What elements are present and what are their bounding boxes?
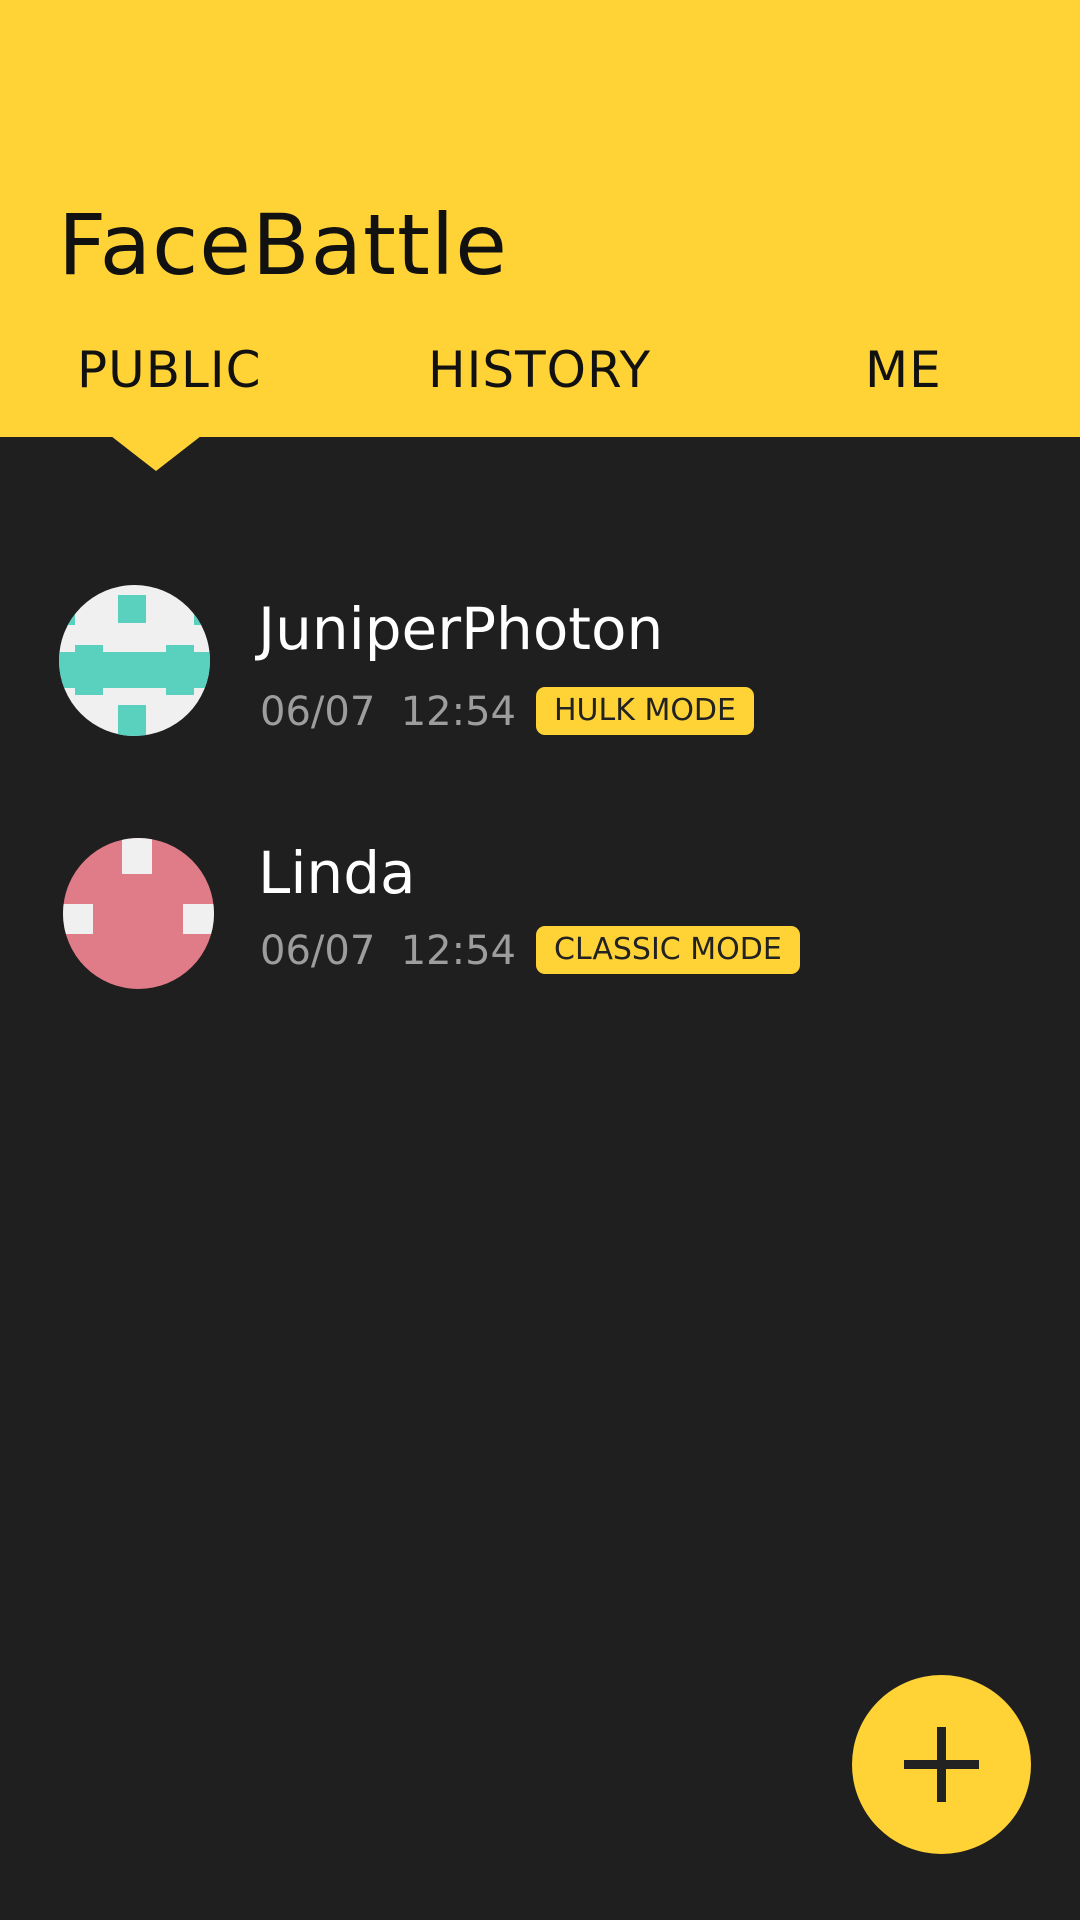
teal-pattern-avatar-icon[interactable] xyxy=(59,585,210,736)
battle-timestamp: 06/07 12:54 xyxy=(260,687,516,737)
tab-me[interactable]: ME xyxy=(865,340,942,400)
battle-user-name: Linda xyxy=(258,839,416,907)
battle-timestamp: 06/07 12:54 xyxy=(260,926,516,976)
battle-time: 12:54 xyxy=(400,689,516,735)
pink-pattern-avatar-icon[interactable] xyxy=(63,838,214,989)
battle-date: 06/07 xyxy=(260,689,376,735)
list-item-battle[interactable]: Linda 06/07 12:54 CLASSIC MODE xyxy=(0,838,1080,1008)
add-battle-button[interactable] xyxy=(852,1675,1031,1854)
app-title: FaceBattle xyxy=(58,196,508,294)
battle-user-name: JuniperPhoton xyxy=(258,595,664,663)
tab-public[interactable]: PUBLIC xyxy=(77,340,262,400)
tab-history[interactable]: HISTORY xyxy=(428,340,651,400)
selected-tab-indicator xyxy=(111,436,201,471)
app-header: FaceBattle PUBLIC HISTORY ME xyxy=(0,0,1080,437)
list-item-battle[interactable]: JuniperPhoton 06/07 12:54 HULK MODE xyxy=(0,585,1080,755)
battle-date: 06/07 xyxy=(260,928,376,974)
mode-badge: HULK MODE xyxy=(536,687,754,735)
battle-time: 12:54 xyxy=(400,928,516,974)
mode-badge: CLASSIC MODE xyxy=(536,926,800,974)
